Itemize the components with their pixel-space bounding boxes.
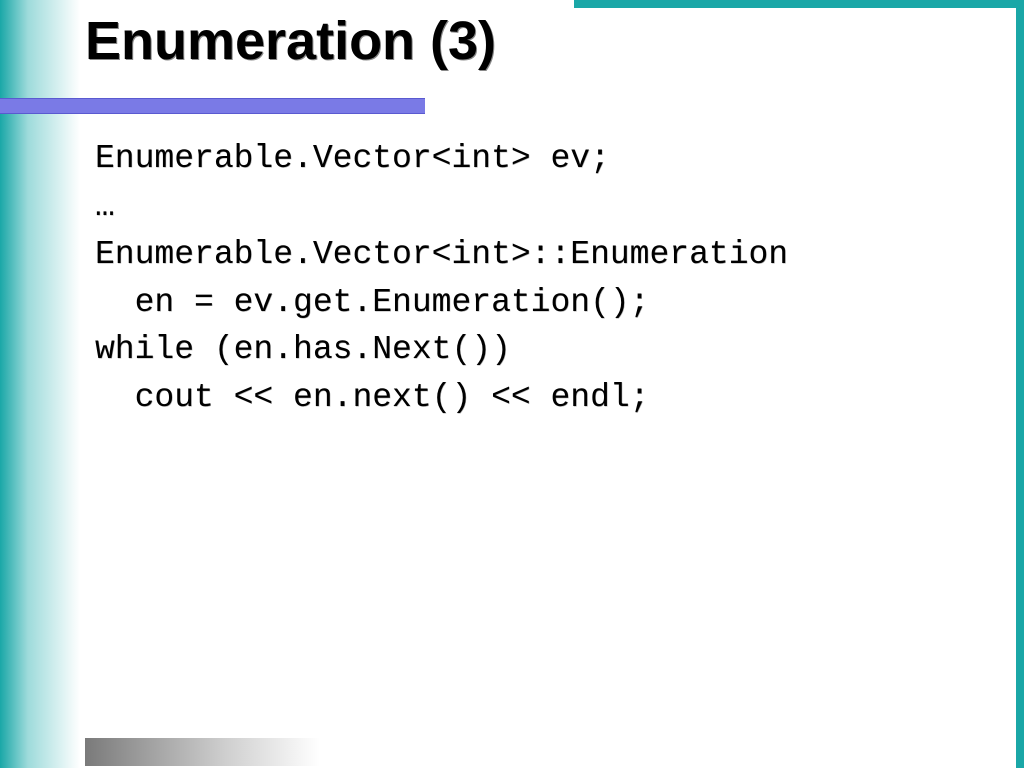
code-line: Enumerable.Vector<int> ev;: [95, 140, 610, 177]
footer-gradient-decoration: [85, 738, 320, 766]
code-line: …: [95, 188, 115, 225]
right-border-decoration: [1016, 0, 1024, 768]
slide-title: Enumeration (3): [85, 10, 496, 72]
code-line: en = ev.get.Enumeration();: [95, 284, 650, 321]
slide: Enumeration (3) Enumerable.Vector<int> e…: [0, 0, 1024, 768]
left-gradient-decoration: [0, 0, 80, 768]
code-line: while (en.has.Next()): [95, 331, 511, 368]
code-line: cout << en.next() << endl;: [95, 379, 650, 416]
code-line: Enumerable.Vector<int>::Enumeration: [95, 236, 788, 273]
top-border-decoration: [574, 0, 1024, 8]
code-block: Enumerable.Vector<int> ev; … Enumerable.…: [95, 135, 984, 422]
title-underline-decoration: [0, 98, 425, 114]
